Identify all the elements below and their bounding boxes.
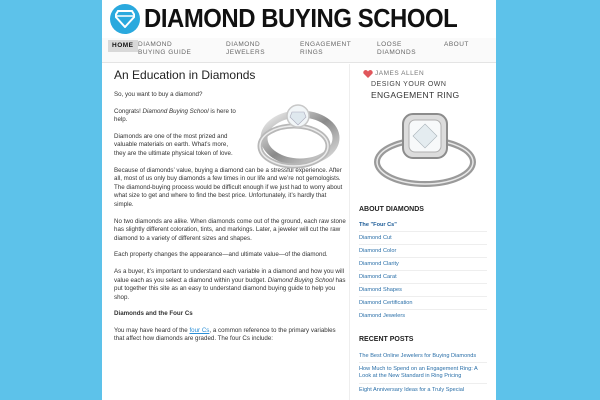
sidebar-separator — [359, 231, 487, 232]
recent-post-link[interactable]: How Much to Spend on an Engagement Ring:… — [359, 366, 491, 380]
sidebar-link-diamond-certification[interactable]: Diamond Certification — [359, 300, 412, 306]
sidebar-separator — [359, 383, 487, 384]
engagement-ring-image — [257, 104, 340, 169]
sidebar-link-diamond-jewelers[interactable]: Diamond Jewelers — [359, 313, 405, 319]
sidebar-separator — [359, 257, 487, 258]
sidebar-separator — [359, 309, 487, 310]
sidebar-link-diamond-color[interactable]: Diamond Color — [359, 248, 396, 254]
sidebar-link-four-cs[interactable]: The "Four Cs" — [359, 222, 397, 228]
sidebar-link-diamond-carat[interactable]: Diamond Carat — [359, 274, 397, 280]
nav-engagement-rings[interactable]: ENGAGEMENT RINGS — [300, 41, 352, 57]
ad-brand: JAMES ALLEN — [375, 70, 425, 77]
recent-post-link[interactable]: Eight Anniversary Ideas for a Truly Spec… — [359, 387, 491, 394]
nav-about[interactable]: ABOUT — [444, 41, 469, 49]
about-diamonds-heading: ABOUT DIAMONDS — [359, 206, 424, 213]
nav-diamond-jewelers[interactable]: DIAMOND JEWELERS — [226, 41, 270, 57]
paragraph-four-cs: You may have heard of the four Cs, a com… — [114, 326, 336, 343]
four-cs-link[interactable]: four Cs — [189, 327, 209, 334]
ad-headline-line1: DESIGN YOUR OWN — [371, 81, 447, 88]
paragraph-no-two-alike: No two diamonds are alike. When diamonds… — [114, 217, 346, 242]
ad-headline-line2: ENGAGEMENT RING — [371, 90, 460, 100]
sidebar-separator — [359, 244, 487, 245]
sidebar-link-diamond-clarity[interactable]: Diamond Clarity — [359, 261, 399, 267]
paragraph-property: Each property changes the appearance—and… — [114, 251, 328, 259]
masthead: DIAMOND BUYING SCHOOL — [102, 0, 496, 38]
nav-diamond-buying-guide[interactable]: DIAMOND BUYING GUIDE — [138, 41, 200, 57]
post-title: An Education in Diamonds — [114, 68, 256, 82]
sidebar-separator — [359, 283, 487, 284]
recent-post-link[interactable]: The Best Online Jewelers for Buying Diam… — [359, 353, 491, 360]
nav-loose-diamonds[interactable]: LOOSE DIAMONDS — [377, 41, 419, 57]
diamond-logo-icon[interactable] — [110, 4, 140, 34]
sidebar-separator — [359, 296, 487, 297]
paragraph-prized: Diamonds are one of the most prized and … — [114, 132, 233, 157]
main-nav: HOME DIAMOND BUYING GUIDE DIAMOND JEWELE… — [102, 38, 496, 63]
page-container: DIAMOND BUYING SCHOOL HOME DIAMOND BUYIN… — [102, 0, 496, 400]
james-allen-ad[interactable]: JAMES ALLEN DESIGN YOUR OWN ENGAGEMENT R… — [357, 68, 493, 194]
paragraph-congrats: Congrats! Diamond Buying School is here … — [114, 107, 236, 124]
main-content: An Education in Diamonds So, you want to… — [114, 68, 346, 352]
halo-ring-image — [374, 113, 476, 187]
sidebar-separator — [359, 270, 487, 271]
paragraph-buyer: As a buyer, it’s important to understand… — [114, 267, 346, 301]
recent-posts-heading: RECENT POSTS — [359, 336, 414, 343]
nav-home[interactable]: HOME — [108, 40, 138, 52]
site-title[interactable]: DIAMOND BUYING SCHOOL — [144, 3, 458, 34]
column-divider — [349, 64, 350, 400]
sidebar-separator — [359, 362, 487, 363]
sidebar-link-diamond-cut[interactable]: Diamond Cut — [359, 235, 392, 241]
sidebar-link-diamond-shapes[interactable]: Diamond Shapes — [359, 287, 402, 293]
heart-icon — [363, 70, 373, 78]
section-heading-four-cs: Diamonds and the Four Cs — [114, 310, 193, 318]
